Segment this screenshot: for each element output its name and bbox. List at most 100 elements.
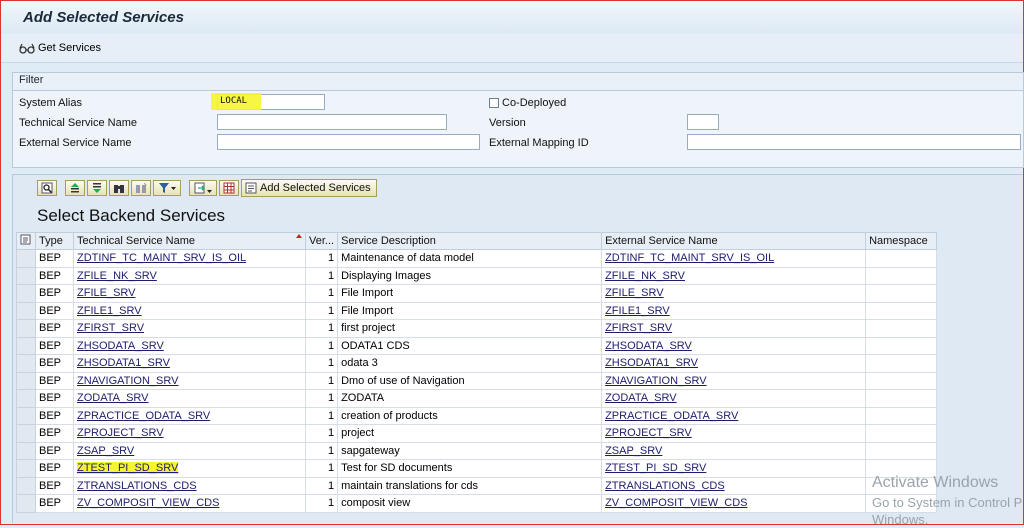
cell-external-service-name-link[interactable]: ZHSODATA_SRV [605,340,692,352]
cell-technical-service-name[interactable]: ZFILE_SRV [73,284,306,303]
cell-external-service-name-link[interactable]: ZFILE1_SRV [605,305,670,317]
column-header-type[interactable]: Type [35,232,74,250]
cell-technical-service-name-link[interactable]: ZSAP_SRV [77,445,134,457]
cell-external-service-name[interactable]: ZV_COMPOSIT_VIEW_CDS [601,494,867,513]
cell-technical-service-name[interactable]: ZFILE_NK_SRV [73,266,306,285]
table-row[interactable]: BEP ZFILE_NK_SRV 1 Displaying Images ZFILE_N… [16,266,938,285]
row-selector[interactable] [16,406,36,425]
filter-button[interactable] [153,180,181,196]
cell-technical-service-name-link[interactable]: ZFILE1_SRV [77,305,142,317]
cell-external-service-name[interactable]: ZHSODATA_SRV [601,336,867,355]
cell-technical-service-name[interactable]: ZDTINF_TC_MAINT_SRV_IS_OIL [73,249,306,268]
cell-technical-service-name[interactable]: ZPROJECT_SRV [73,424,306,443]
external-service-name-input[interactable] [217,134,480,150]
cell-external-service-name[interactable]: ZTEST_PI_SD_SRV [601,459,867,478]
cell-external-service-name-link[interactable]: ZDTINF_TC_MAINT_SRV_IS_OIL [605,252,774,264]
cell-technical-service-name-link[interactable]: ZPROJECT_SRV [77,427,164,439]
cell-technical-service-name[interactable]: ZNAVIGATION_SRV [73,371,306,390]
sort-ascending-button[interactable] [65,180,85,196]
cell-external-service-name-link[interactable]: ZFIRST_SRV [605,322,672,334]
row-selector[interactable] [16,494,36,513]
row-selector[interactable] [16,476,36,495]
table-row[interactable]: BEP ZFILE_SRV 1 File Import ZFILE_SRV [16,284,938,303]
column-header-service-description[interactable]: Service Description [337,232,603,250]
cell-external-service-name[interactable]: ZDTINF_TC_MAINT_SRV_IS_OIL [601,249,867,268]
get-services-button[interactable]: Get Services [19,42,101,54]
table-row[interactable]: BEP ZPRACTICE_ODATA_SRV 1 creation of produ… [16,406,938,425]
cell-technical-service-name-link[interactable]: ZNAVIGATION_SRV [77,375,178,387]
row-selector[interactable] [16,459,36,478]
cell-external-service-name-link[interactable]: ZSAP_SRV [605,445,662,457]
cell-external-service-name[interactable]: ZSAP_SRV [601,441,867,460]
cell-external-service-name[interactable]: ZFIRST_SRV [601,319,867,338]
cell-technical-service-name[interactable]: ZHSODATA_SRV [73,336,306,355]
cell-external-service-name-link[interactable]: ZTEST_PI_SD_SRV [605,462,706,474]
table-row[interactable]: BEP ZV_COMPOSIT_VIEW_CDS 1 composit view ZV_… [16,494,938,513]
cell-external-service-name[interactable]: ZFILE_SRV [601,284,867,303]
cell-external-service-name[interactable]: ZFILE1_SRV [601,301,867,320]
row-selector[interactable] [16,424,36,443]
cell-external-service-name[interactable]: ZNAVIGATION_SRV [601,371,867,390]
cell-technical-service-name[interactable]: ZFIRST_SRV [73,319,306,338]
cell-external-service-name[interactable]: ZHSODATA1_SRV [601,354,867,373]
table-row[interactable]: BEP ZODATA_SRV 1 ZODATA ZODATA_SRV [16,389,938,408]
cell-technical-service-name[interactable]: ZSAP_SRV [73,441,306,460]
cell-external-service-name-link[interactable]: ZODATA_SRV [605,392,677,404]
row-selector[interactable] [16,266,36,285]
cell-external-service-name-link[interactable]: ZV_COMPOSIT_VIEW_CDS [605,497,747,509]
row-selector[interactable] [16,284,36,303]
cell-technical-service-name[interactable]: ZTEST_PI_SD_SRV [73,459,306,478]
row-selector[interactable] [16,441,36,460]
details-button[interactable] [37,180,57,196]
table-row[interactable]: BEP ZFILE1_SRV 1 File Import ZFILE1_SRV [16,301,938,320]
layout-button[interactable] [219,180,239,196]
cell-external-service-name[interactable]: ZPROJECT_SRV [601,424,867,443]
cell-technical-service-name[interactable]: ZTRANSLATIONS_CDS [73,476,306,495]
cell-external-service-name-link[interactable]: ZFILE_NK_SRV [605,270,685,282]
table-row[interactable]: BEP ZHSODATA1_SRV 1 odata 3 ZHSODATA1_SRV [16,354,938,373]
cell-technical-service-name-link[interactable]: ZFILE_SRV [77,287,136,299]
row-selector[interactable] [16,354,36,373]
version-input[interactable] [687,114,719,130]
cell-external-service-name-link[interactable]: ZNAVIGATION_SRV [605,375,706,387]
table-row[interactable]: BEP ZTEST_PI_SD_SRV 1 Test for SD documents… [16,459,938,478]
cell-external-service-name-link[interactable]: ZPROJECT_SRV [605,427,692,439]
select-all-cell[interactable] [16,232,36,250]
table-row[interactable]: BEP ZFIRST_SRV 1 first project ZFIRST_SRV [16,319,938,338]
sort-descending-button[interactable] [87,180,107,196]
row-selector[interactable] [16,319,36,338]
row-selector[interactable] [16,371,36,390]
external-mapping-id-input[interactable] [687,134,1021,150]
table-row[interactable]: BEP ZNAVIGATION_SRV 1 Dmo of use of Navigat… [16,371,938,390]
cell-technical-service-name-link[interactable]: ZTEST_PI_SD_SRV [77,462,179,475]
find-next-button[interactable] [131,180,151,196]
table-row[interactable]: BEP ZDTINF_TC_MAINT_SRV_IS_OIL 1 Maintenanc… [16,249,938,268]
row-selector[interactable] [16,249,36,268]
cell-technical-service-name[interactable]: ZV_COMPOSIT_VIEW_CDS [73,494,306,513]
cell-technical-service-name-link[interactable]: ZODATA_SRV [77,392,149,404]
row-selector[interactable] [16,301,36,320]
technical-service-name-input[interactable] [217,114,447,130]
table-row[interactable]: BEP ZSAP_SRV 1 sapgateway ZSAP_SRV [16,441,938,460]
cell-technical-service-name-link[interactable]: ZHSODATA_SRV [77,340,164,352]
column-header-technical-service-name[interactable]: Technical Service Name [73,232,306,250]
cell-external-service-name[interactable]: ZPRACTICE_ODATA_SRV [601,406,867,425]
row-selector[interactable] [16,389,36,408]
table-row[interactable]: BEP ZHSODATA_SRV 1 ODATA1 CDS ZHSODATA_SRV [16,336,938,355]
cell-technical-service-name-link[interactable]: ZFIRST_SRV [77,322,144,334]
table-row[interactable]: BEP ZTRANSLATIONS_CDS 1 maintain translatio… [16,476,938,495]
cell-technical-service-name[interactable]: ZODATA_SRV [73,389,306,408]
cell-external-service-name-link[interactable]: ZFILE_SRV [605,287,664,299]
export-button[interactable] [189,180,217,196]
cell-technical-service-name-link[interactable]: ZV_COMPOSIT_VIEW_CDS [77,497,219,509]
cell-external-service-name[interactable]: ZODATA_SRV [601,389,867,408]
cell-technical-service-name[interactable]: ZPRACTICE_ODATA_SRV [73,406,306,425]
cell-technical-service-name[interactable]: ZFILE1_SRV [73,301,306,320]
add-selected-services-button[interactable]: Add Selected Services [241,179,377,197]
column-header-namespace[interactable]: Namespace [865,232,938,250]
cell-technical-service-name[interactable]: ZHSODATA1_SRV [73,354,306,373]
column-header-version[interactable]: Ver... [304,232,339,250]
find-button[interactable] [109,180,129,196]
cell-external-service-name-link[interactable]: ZPRACTICE_ODATA_SRV [605,410,738,422]
row-selector[interactable] [16,336,36,355]
